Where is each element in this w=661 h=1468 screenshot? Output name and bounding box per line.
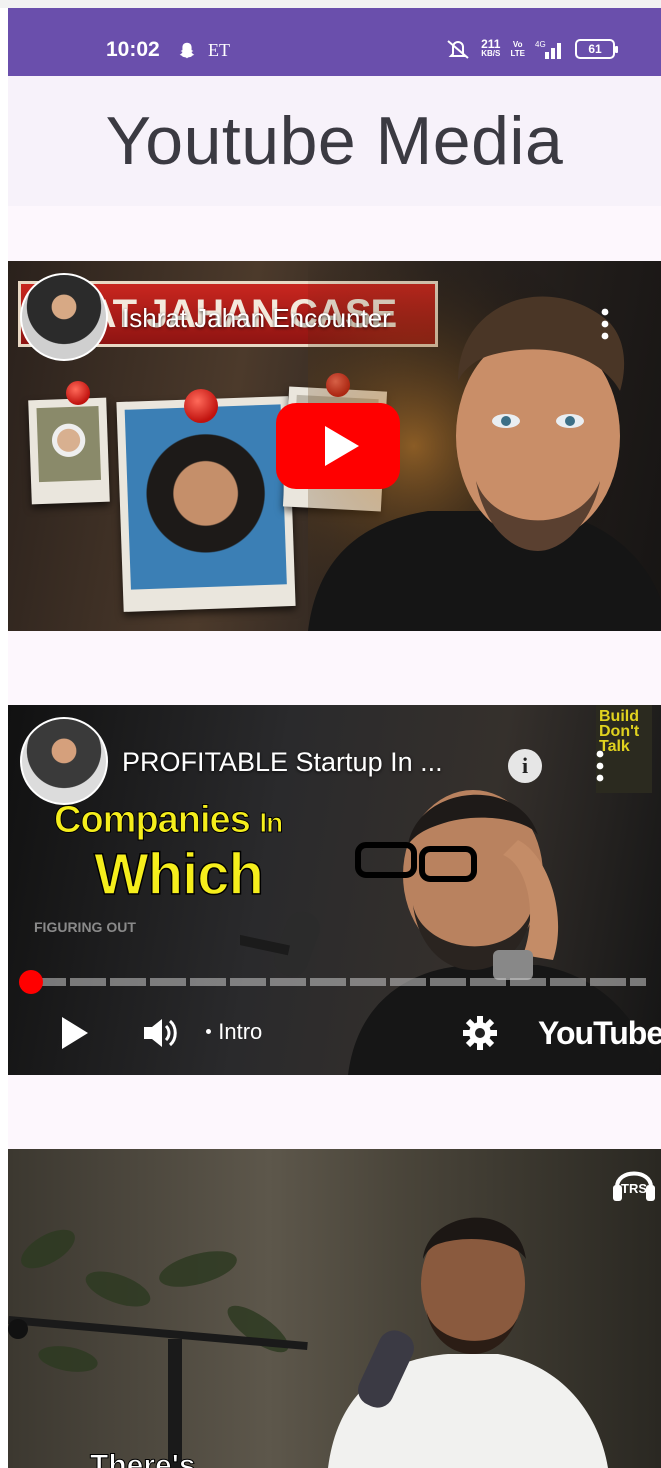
pushpin-icon (184, 389, 218, 423)
settings-icon[interactable] (462, 1015, 498, 1051)
page-title: Youtube Media (105, 103, 564, 179)
thumbnail-microphone (240, 911, 320, 977)
chapter-text: Intro (218, 1019, 263, 1044)
status-right-cluster: 211 KB/S Vo LTE 4G 61 (445, 38, 618, 60)
chapter-label[interactable]: Intro (206, 1019, 262, 1045)
screen-top-edge (0, 0, 661, 8)
video-title[interactable]: Ishrat Jahan Encounter (122, 303, 391, 334)
youtube-logo[interactable]: YouTube (538, 1015, 661, 1052)
snapchat-icon (179, 42, 195, 59)
youtube-play-icon[interactable] (276, 403, 400, 489)
signal-icon: 4G (535, 40, 561, 59)
app-bar: Youtube Media (8, 76, 661, 206)
net-speed: 211 KB/S (481, 38, 501, 59)
thumbnail-subtitle: There's (90, 1449, 197, 1468)
thumbnail-watermark: FIGURING OUT (34, 919, 136, 935)
battery-level: 61 (588, 42, 602, 56)
video-card-3[interactable]: TRS There's (8, 1149, 661, 1468)
video-card-1[interactable]: RAT JAHAN CASE Ishrat Jahan Encounter (8, 261, 661, 631)
trs-logo: TRS (611, 1161, 657, 1211)
volte-line1: Vo (512, 40, 523, 49)
video-card-2[interactable]: Build Don't Talk PROFITABLE Startup In .… (8, 705, 661, 1075)
more-vert-icon[interactable] (601, 307, 609, 341)
thumbnail-headline-1: Companies In (54, 799, 284, 842)
net-speed-unit: KB/S (481, 49, 501, 58)
channel-avatar[interactable] (20, 273, 108, 361)
video-title[interactable]: PROFITABLE Startup In ... (122, 747, 443, 778)
status-bar: 10:02 ET 211 KB/S Vo LTE 4G 61 (8, 8, 661, 76)
thumbnail-guest (328, 1217, 608, 1468)
video-progress-bar[interactable] (30, 978, 646, 986)
info-icon[interactable]: i (508, 749, 542, 783)
network-type: 4G (535, 40, 546, 49)
play-icon[interactable] (62, 1017, 88, 1049)
status-carrier-text: ET (208, 40, 230, 60)
headline-word: Companies (54, 799, 252, 842)
volume-icon[interactable] (140, 1013, 180, 1053)
status-time: 10:02 (106, 38, 160, 61)
pushpin-icon (66, 381, 90, 405)
progress-scrubber[interactable] (19, 970, 43, 994)
thumbnail-photo-center (116, 396, 296, 612)
more-vert-icon[interactable] (596, 749, 604, 783)
video-list[interactable]: RAT JAHAN CASE Ishrat Jahan Encounter Bu… (8, 206, 661, 1468)
thumbnail-headline-2: Which (93, 841, 264, 908)
thumbnail-plants (8, 1229, 308, 1468)
channel-avatar[interactable] (20, 717, 108, 805)
headline-word-small: In (259, 807, 284, 839)
volte-line2: LTE (510, 49, 525, 58)
mute-icon (447, 40, 469, 59)
thumbnail-photo-left (28, 397, 110, 505)
volte-indicator: Vo LTE (510, 40, 525, 58)
battery-icon: 61 (575, 39, 618, 59)
trs-logo-text: TRS (621, 1181, 647, 1196)
